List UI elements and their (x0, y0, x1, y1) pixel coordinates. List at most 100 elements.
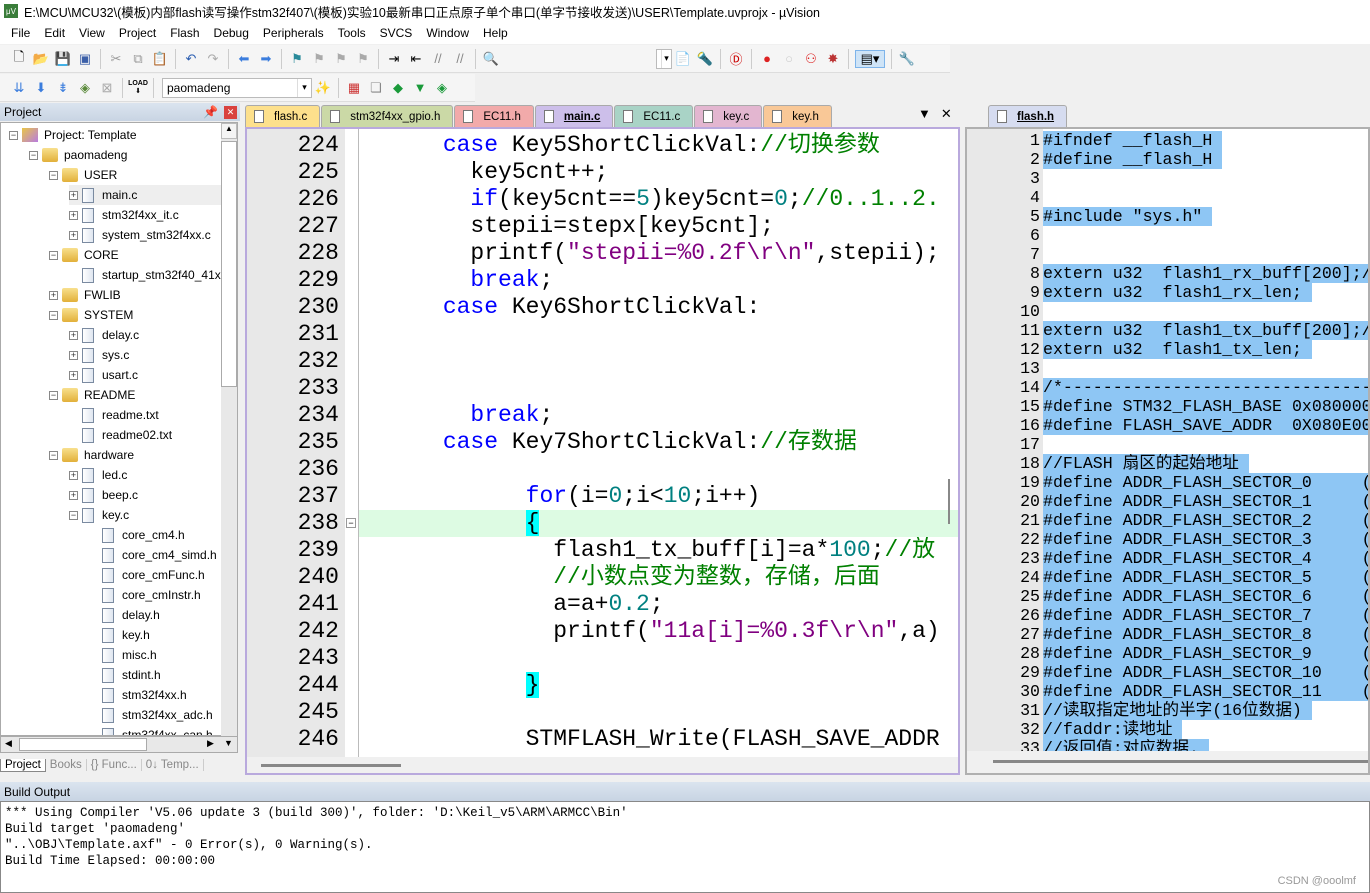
bookmark-icon[interactable]: ⚑ (288, 50, 306, 68)
tab-list-dropdown-icon[interactable]: ▼ (918, 106, 931, 122)
expand-icon[interactable]: + (69, 370, 78, 380)
expand-icon[interactable]: + (69, 210, 78, 220)
expand-icon[interactable]: + (69, 230, 78, 240)
tab-flash-h[interactable]: flash.h (988, 105, 1068, 127)
tree-item[interactable]: key.h (89, 625, 150, 645)
tree-item[interactable]: + led.c (69, 465, 127, 485)
open-file-icon[interactable]: 📂 (32, 50, 50, 68)
tree-item[interactable]: + system_stm32f4xx.c (69, 225, 211, 245)
menu-flash[interactable]: Flash (163, 26, 206, 40)
tree-item[interactable]: + delay.c (69, 325, 139, 345)
tree-item[interactable]: startup_stm32f40_41xxx.s (69, 265, 237, 285)
tab-key-h[interactable]: key.h (763, 105, 832, 127)
tab-EC11-h[interactable]: EC11.h (454, 105, 534, 127)
scrollbar-thumb[interactable] (19, 738, 147, 751)
pack-installer-icon[interactable]: ▼ (411, 79, 429, 97)
save-icon[interactable]: 💾 (54, 50, 72, 68)
collapse-icon[interactable]: − (9, 130, 18, 140)
scrollbar-thumb[interactable] (993, 760, 1368, 763)
disable-breakpoint-icon[interactable]: ○ (780, 50, 798, 68)
scroll-up-arrow[interactable]: ▲ (221, 123, 237, 139)
run-time-env-icon[interactable]: ◈ (433, 79, 451, 97)
tree-item[interactable]: core_cm4.h (89, 525, 185, 545)
tab-flash-c[interactable]: flash.c (245, 105, 321, 127)
collapse-icon[interactable]: − (49, 450, 58, 460)
tree-item[interactable]: − CORE (49, 245, 119, 265)
copy-icon[interactable]: ⧉ (129, 50, 147, 68)
tree-item[interactable]: stm32f4xx_can.h (89, 725, 213, 735)
fold-collapse-icon[interactable]: − (346, 518, 356, 528)
tab-key-c[interactable]: key.c (694, 105, 763, 127)
tree-item[interactable]: + stm32f4xx_it.c (69, 205, 179, 225)
redo-icon[interactable]: ↷ (204, 50, 222, 68)
find-icon[interactable]: 🔦 (696, 50, 714, 68)
scroll-right-arrow[interactable]: ▶ (207, 738, 214, 749)
close-tab-icon[interactable]: ✕ (941, 106, 952, 122)
tree-item[interactable]: + usart.c (69, 365, 138, 385)
prev-bookmark-icon[interactable]: ⚑ (310, 50, 328, 68)
menu-peripherals[interactable]: Peripherals (256, 26, 331, 40)
scrollbar-thumb[interactable] (261, 764, 401, 767)
new-file-icon[interactable]: 🗋 (10, 49, 28, 68)
collapse-icon[interactable]: − (49, 310, 58, 320)
nav-forward-icon[interactable]: ➡ (257, 50, 275, 68)
collapse-icon[interactable]: − (69, 510, 78, 520)
main-code-editor[interactable]: 224 case Key5ShortClickVal://切换参数 225 key… (245, 127, 960, 775)
tree-item[interactable]: stdint.h (89, 665, 161, 685)
menu-tools[interactable]: Tools (331, 26, 373, 40)
configure-icon[interactable]: 🔧 (898, 50, 916, 68)
tree-item[interactable]: + sys.c (69, 345, 129, 365)
build-output-panel[interactable]: *** Using Compiler 'V5.06 update 3 (buil… (0, 801, 1370, 893)
incremental-find-icon[interactable]: 📄 (674, 50, 692, 68)
tree-horizontal-scrollbar[interactable]: ◀ ▶ ▼ (0, 736, 238, 753)
tree-item[interactable]: − README (49, 385, 135, 405)
collapse-icon[interactable]: − (49, 170, 58, 180)
menu-edit[interactable]: Edit (37, 26, 72, 40)
batch-build-icon[interactable]: ◈ (76, 79, 94, 97)
nav-back-icon[interactable]: ⬅ (235, 50, 253, 68)
start-debug-icon[interactable]: Ⓓ (727, 50, 745, 68)
menu-project[interactable]: Project (112, 26, 163, 40)
tree-item[interactable]: + beep.c (69, 485, 138, 505)
menu-debug[interactable]: Debug (207, 26, 256, 40)
tab-project[interactable]: Project (0, 758, 46, 772)
build-icon[interactable]: ⬇ (32, 79, 50, 97)
save-all-icon[interactable]: ▣ (76, 50, 94, 68)
expand-icon[interactable]: + (69, 350, 78, 360)
next-bookmark-icon[interactable]: ⚑ (332, 50, 350, 68)
rebuild-icon[interactable]: ⇟ (54, 79, 72, 97)
tree-item[interactable]: stm32f4xx.h (89, 685, 187, 705)
window-layout-icon[interactable]: ▤▾ (855, 49, 885, 68)
vertical-scroll-indicator[interactable] (948, 479, 950, 524)
expand-icon[interactable]: + (69, 330, 78, 340)
menu-window[interactable]: Window (419, 26, 476, 40)
undo-icon[interactable]: ↶ (182, 50, 200, 68)
target-options-icon[interactable]: ✨ (314, 79, 332, 97)
header-code-editor[interactable]: 1 #ifndef __flash_H 2 #define __flash_H 3 4 5 #… (965, 127, 1370, 775)
scroll-down-arrow[interactable]: ▼ (224, 738, 233, 748)
select-packs-icon[interactable]: ◆ (389, 79, 407, 97)
pin-icon[interactable]: 📌 (203, 105, 218, 119)
collapse-icon[interactable]: − (49, 250, 58, 260)
expand-icon[interactable]: + (49, 290, 58, 300)
tree-item[interactable]: − USER (49, 165, 117, 185)
tree-item[interactable]: − Project: Template (9, 125, 137, 145)
close-icon[interactable]: ✕ (224, 105, 237, 119)
tree-item[interactable]: readme.txt (69, 405, 159, 425)
indent-icon[interactable]: ⇥ (385, 50, 403, 68)
menu-help[interactable]: Help (476, 26, 515, 40)
tab-stm32f4xx_gpio-h[interactable]: stm32f4xx_gpio.h (321, 105, 454, 127)
uncomment-icon[interactable]: // (451, 50, 469, 68)
comment-icon[interactable]: // (429, 50, 447, 68)
breakpoint-icon[interactable]: ● (758, 50, 776, 68)
scroll-left-arrow[interactable]: ◀ (5, 738, 12, 749)
expand-icon[interactable]: + (69, 490, 78, 500)
tab-EC11-c[interactable]: EC11.c (614, 105, 694, 127)
kill-all-breakpoints-icon[interactable]: ✸ (824, 50, 842, 68)
translate-icon[interactable]: ⇊ (10, 79, 28, 97)
find-combo[interactable]: ▾ (656, 48, 672, 69)
menu-file[interactable]: File (4, 26, 37, 40)
disable-all-breakpoints-icon[interactable]: ⚇ (802, 50, 820, 68)
editor-horizontal-scrollbar[interactable] (247, 757, 958, 773)
tree-item[interactable]: core_cmInstr.h (89, 585, 201, 605)
